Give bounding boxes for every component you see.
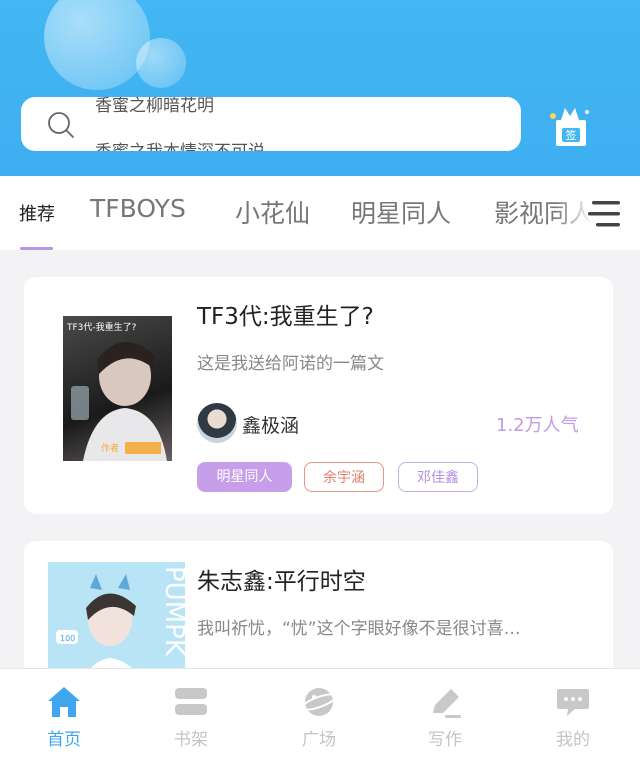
nav-label: 我的	[556, 730, 590, 750]
author-avatar[interactable]	[197, 403, 237, 443]
nav-home[interactable]: 首页	[19, 669, 109, 766]
nav-label: 写作	[428, 730, 462, 750]
category-tabs: 推荐 TFBOYS 小花仙 明星同人 影视同人	[0, 176, 640, 250]
search-bar[interactable]: 香蜜之柳暗花明 香蜜之我本情深不可说	[21, 97, 521, 151]
nav-profile[interactable]: 我的	[528, 669, 618, 766]
cover-art: TF3代-我重生了? 作者	[66, 321, 167, 461]
pen-icon	[433, 689, 461, 718]
tag-character[interactable]: 邓佳鑫	[398, 462, 478, 492]
tab-recommend[interactable]: 推荐	[19, 200, 55, 226]
book-description: 我叫祈忧，“忧”这个字眼好像不是很讨喜…	[197, 619, 521, 639]
nav-label: 首页	[47, 730, 81, 750]
book-title[interactable]: TF3代:我重生了?	[197, 297, 374, 331]
planet-icon	[301, 688, 337, 716]
checkin-gift-icon[interactable]: 签	[547, 104, 593, 148]
menu-icon[interactable]	[586, 198, 622, 230]
nav-label: 广场	[302, 730, 336, 750]
tag-character[interactable]: 余宇涵	[304, 462, 384, 492]
nav-label: 书架	[174, 730, 208, 750]
book-card[interactable]: TF3代-我重生了? 作者 TF3代:我重生了? 这是我送给阿诺的一篇文 鑫极涵…	[24, 277, 613, 514]
popularity-count: 1.2万人气	[496, 415, 579, 436]
book-description: 这是我送给阿诺的一篇文	[197, 354, 384, 374]
tab-star-fanfic[interactable]: 明星同人	[351, 194, 451, 230]
decorative-bubble	[136, 38, 186, 88]
book-title[interactable]: 朱志鑫:平行时空	[197, 562, 366, 596]
book-cover[interactable]: TF3代-我重生了? 作者	[63, 316, 172, 461]
nav-write[interactable]: 写作	[400, 669, 490, 766]
chat-bubble-icon	[557, 689, 589, 716]
tab-xiaohuaxian[interactable]: 小花仙	[235, 194, 310, 230]
search-placeholder-next: 香蜜之我本情深不可说	[95, 137, 265, 151]
active-tab-indicator	[20, 247, 53, 250]
search-icon	[48, 112, 74, 138]
cover-badge-text: 作者	[101, 442, 119, 454]
cover-count-text: 100	[60, 634, 75, 643]
tab-tfboys[interactable]: TFBOYS	[90, 194, 186, 223]
bookshelf-icon	[175, 688, 207, 715]
cover-title-text: TF3代-我重生了?	[66, 321, 137, 333]
app-header: 香蜜之柳暗花明 香蜜之我本情深不可说 签	[0, 0, 640, 176]
home-icon	[48, 687, 80, 717]
author-name[interactable]: 鑫极涵	[242, 411, 299, 438]
cover-title-text: PUMPK	[159, 566, 185, 657]
nav-bookshelf[interactable]: 书架	[146, 669, 236, 766]
checkin-label: 签	[566, 128, 577, 142]
search-placeholder-previous: 香蜜之柳暗花明	[95, 97, 214, 116]
tag-category[interactable]: 明星同人	[197, 462, 292, 492]
nav-square[interactable]: 广场	[274, 669, 364, 766]
decorative-bubble	[44, 0, 150, 90]
bottom-navigation: 首页 书架 广场 写作 我的	[0, 668, 640, 766]
